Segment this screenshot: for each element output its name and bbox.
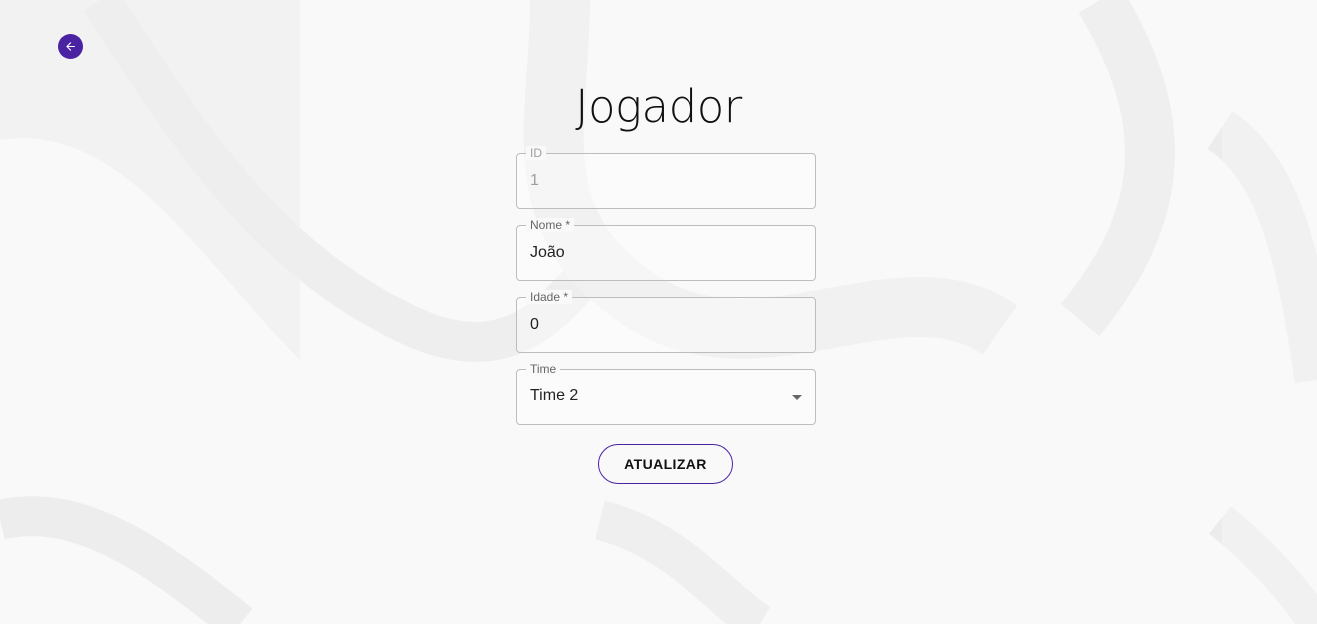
time-select-value: Time 2 bbox=[530, 387, 579, 404]
idade-input[interactable] bbox=[530, 312, 800, 338]
time-select[interactable]: Time Time 2 bbox=[516, 362, 816, 425]
id-field: ID bbox=[516, 146, 816, 209]
idade-field[interactable]: Idade * bbox=[516, 290, 816, 353]
time-select-label: Time bbox=[526, 362, 561, 376]
id-input bbox=[530, 168, 800, 194]
arrow-left-icon bbox=[66, 42, 75, 51]
nome-field[interactable]: Nome * bbox=[516, 218, 816, 281]
nome-input[interactable] bbox=[530, 240, 800, 266]
atualizar-button[interactable]: ATUALIZAR bbox=[598, 444, 733, 484]
player-form: ID Nome * Idade * Time Time 2 bbox=[516, 146, 816, 441]
back-button[interactable] bbox=[58, 34, 83, 59]
id-field-label: ID bbox=[526, 146, 546, 160]
nome-field-label: Nome * bbox=[526, 218, 575, 232]
page-title: Jogador bbox=[575, 80, 742, 133]
idade-field-label: Idade * bbox=[526, 290, 573, 304]
caret-down-icon bbox=[792, 395, 802, 400]
